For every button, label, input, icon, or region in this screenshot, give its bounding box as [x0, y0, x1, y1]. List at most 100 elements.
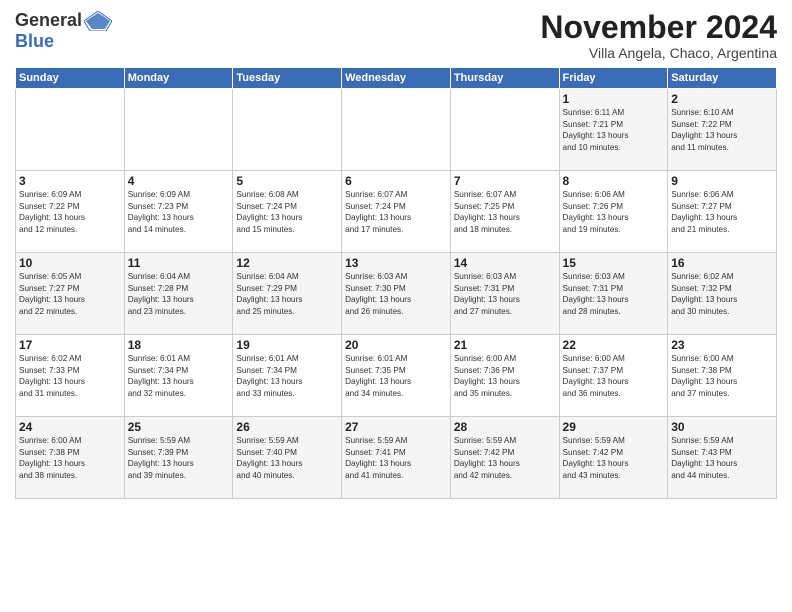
calendar-cell: 18Sunrise: 6:01 AM Sunset: 7:34 PM Dayli…: [124, 335, 233, 417]
day-number: 7: [454, 174, 556, 188]
day-info: Sunrise: 6:06 AM Sunset: 7:26 PM Dayligh…: [563, 189, 665, 235]
header: General Blue November 2024 Villa Angela,…: [15, 10, 777, 61]
day-info: Sunrise: 6:03 AM Sunset: 7:30 PM Dayligh…: [345, 271, 447, 317]
calendar-cell: 14Sunrise: 6:03 AM Sunset: 7:31 PM Dayli…: [450, 253, 559, 335]
day-info: Sunrise: 6:11 AM Sunset: 7:21 PM Dayligh…: [563, 107, 665, 153]
day-info: Sunrise: 6:00 AM Sunset: 7:37 PM Dayligh…: [563, 353, 665, 399]
calendar-cell: 26Sunrise: 5:59 AM Sunset: 7:40 PM Dayli…: [233, 417, 342, 499]
day-info: Sunrise: 6:01 AM Sunset: 7:34 PM Dayligh…: [236, 353, 338, 399]
calendar-cell: 3Sunrise: 6:09 AM Sunset: 7:22 PM Daylig…: [16, 171, 125, 253]
calendar-cell: 15Sunrise: 6:03 AM Sunset: 7:31 PM Dayli…: [559, 253, 668, 335]
calendar-cell: 7Sunrise: 6:07 AM Sunset: 7:25 PM Daylig…: [450, 171, 559, 253]
col-saturday: Saturday: [668, 68, 777, 89]
calendar-week-3: 17Sunrise: 6:02 AM Sunset: 7:33 PM Dayli…: [16, 335, 777, 417]
day-info: Sunrise: 6:07 AM Sunset: 7:25 PM Dayligh…: [454, 189, 556, 235]
calendar-cell: 10Sunrise: 6:05 AM Sunset: 7:27 PM Dayli…: [16, 253, 125, 335]
calendar-cell: 25Sunrise: 5:59 AM Sunset: 7:39 PM Dayli…: [124, 417, 233, 499]
day-number: 1: [563, 92, 665, 106]
calendar-week-1: 3Sunrise: 6:09 AM Sunset: 7:22 PM Daylig…: [16, 171, 777, 253]
day-info: Sunrise: 6:02 AM Sunset: 7:32 PM Dayligh…: [671, 271, 773, 317]
col-tuesday: Tuesday: [233, 68, 342, 89]
day-number: 30: [671, 420, 773, 434]
calendar-week-4: 24Sunrise: 6:00 AM Sunset: 7:38 PM Dayli…: [16, 417, 777, 499]
calendar-cell: [16, 89, 125, 171]
day-info: Sunrise: 6:03 AM Sunset: 7:31 PM Dayligh…: [563, 271, 665, 317]
calendar-cell: 6Sunrise: 6:07 AM Sunset: 7:24 PM Daylig…: [342, 171, 451, 253]
logo-blue-text: Blue: [15, 31, 54, 52]
col-sunday: Sunday: [16, 68, 125, 89]
day-info: Sunrise: 6:00 AM Sunset: 7:38 PM Dayligh…: [671, 353, 773, 399]
day-info: Sunrise: 6:00 AM Sunset: 7:38 PM Dayligh…: [19, 435, 121, 481]
subtitle: Villa Angela, Chaco, Argentina: [540, 45, 777, 61]
calendar-cell: 1Sunrise: 6:11 AM Sunset: 7:21 PM Daylig…: [559, 89, 668, 171]
calendar-cell: 27Sunrise: 5:59 AM Sunset: 7:41 PM Dayli…: [342, 417, 451, 499]
day-number: 10: [19, 256, 121, 270]
day-number: 23: [671, 338, 773, 352]
calendar-cell: 12Sunrise: 6:04 AM Sunset: 7:29 PM Dayli…: [233, 253, 342, 335]
day-info: Sunrise: 6:01 AM Sunset: 7:35 PM Dayligh…: [345, 353, 447, 399]
day-info: Sunrise: 6:03 AM Sunset: 7:31 PM Dayligh…: [454, 271, 556, 317]
day-info: Sunrise: 5:59 AM Sunset: 7:42 PM Dayligh…: [563, 435, 665, 481]
day-info: Sunrise: 6:08 AM Sunset: 7:24 PM Dayligh…: [236, 189, 338, 235]
day-number: 15: [563, 256, 665, 270]
day-number: 17: [19, 338, 121, 352]
calendar-cell: 2Sunrise: 6:10 AM Sunset: 7:22 PM Daylig…: [668, 89, 777, 171]
calendar-cell: 13Sunrise: 6:03 AM Sunset: 7:30 PM Dayli…: [342, 253, 451, 335]
day-info: Sunrise: 6:00 AM Sunset: 7:36 PM Dayligh…: [454, 353, 556, 399]
header-row: Sunday Monday Tuesday Wednesday Thursday…: [16, 68, 777, 89]
calendar-week-2: 10Sunrise: 6:05 AM Sunset: 7:27 PM Dayli…: [16, 253, 777, 335]
month-title: November 2024: [540, 10, 777, 45]
calendar-cell: 19Sunrise: 6:01 AM Sunset: 7:34 PM Dayli…: [233, 335, 342, 417]
calendar-cell: 8Sunrise: 6:06 AM Sunset: 7:26 PM Daylig…: [559, 171, 668, 253]
day-info: Sunrise: 6:04 AM Sunset: 7:28 PM Dayligh…: [128, 271, 230, 317]
day-number: 4: [128, 174, 230, 188]
day-number: 27: [345, 420, 447, 434]
calendar-cell: 11Sunrise: 6:04 AM Sunset: 7:28 PM Dayli…: [124, 253, 233, 335]
calendar-cell: 5Sunrise: 6:08 AM Sunset: 7:24 PM Daylig…: [233, 171, 342, 253]
day-info: Sunrise: 6:05 AM Sunset: 7:27 PM Dayligh…: [19, 271, 121, 317]
calendar-cell: 16Sunrise: 6:02 AM Sunset: 7:32 PM Dayli…: [668, 253, 777, 335]
day-number: 14: [454, 256, 556, 270]
day-info: Sunrise: 5:59 AM Sunset: 7:42 PM Dayligh…: [454, 435, 556, 481]
logo-icon: [84, 11, 112, 31]
day-number: 25: [128, 420, 230, 434]
calendar-cell: [124, 89, 233, 171]
day-info: Sunrise: 5:59 AM Sunset: 7:40 PM Dayligh…: [236, 435, 338, 481]
day-number: 20: [345, 338, 447, 352]
calendar-cell: 22Sunrise: 6:00 AM Sunset: 7:37 PM Dayli…: [559, 335, 668, 417]
day-number: 21: [454, 338, 556, 352]
day-number: 26: [236, 420, 338, 434]
col-wednesday: Wednesday: [342, 68, 451, 89]
day-info: Sunrise: 5:59 AM Sunset: 7:43 PM Dayligh…: [671, 435, 773, 481]
day-number: 29: [563, 420, 665, 434]
day-number: 28: [454, 420, 556, 434]
col-monday: Monday: [124, 68, 233, 89]
day-number: 16: [671, 256, 773, 270]
day-info: Sunrise: 6:04 AM Sunset: 7:29 PM Dayligh…: [236, 271, 338, 317]
calendar-cell: 21Sunrise: 6:00 AM Sunset: 7:36 PM Dayli…: [450, 335, 559, 417]
day-number: 11: [128, 256, 230, 270]
logo-general-text: General: [15, 10, 82, 31]
calendar-cell: 4Sunrise: 6:09 AM Sunset: 7:23 PM Daylig…: [124, 171, 233, 253]
day-number: 24: [19, 420, 121, 434]
page: General Blue November 2024 Villa Angela,…: [0, 0, 792, 612]
day-number: 19: [236, 338, 338, 352]
day-info: Sunrise: 6:01 AM Sunset: 7:34 PM Dayligh…: [128, 353, 230, 399]
calendar-cell: [233, 89, 342, 171]
logo: General Blue: [15, 10, 112, 52]
day-number: 18: [128, 338, 230, 352]
calendar-cell: 17Sunrise: 6:02 AM Sunset: 7:33 PM Dayli…: [16, 335, 125, 417]
day-number: 12: [236, 256, 338, 270]
calendar-week-0: 1Sunrise: 6:11 AM Sunset: 7:21 PM Daylig…: [16, 89, 777, 171]
calendar-cell: [342, 89, 451, 171]
day-info: Sunrise: 6:10 AM Sunset: 7:22 PM Dayligh…: [671, 107, 773, 153]
day-number: 13: [345, 256, 447, 270]
calendar-cell: 24Sunrise: 6:00 AM Sunset: 7:38 PM Dayli…: [16, 417, 125, 499]
calendar-cell: 23Sunrise: 6:00 AM Sunset: 7:38 PM Dayli…: [668, 335, 777, 417]
calendar-cell: 9Sunrise: 6:06 AM Sunset: 7:27 PM Daylig…: [668, 171, 777, 253]
calendar-cell: 30Sunrise: 5:59 AM Sunset: 7:43 PM Dayli…: [668, 417, 777, 499]
calendar-cell: 28Sunrise: 5:59 AM Sunset: 7:42 PM Dayli…: [450, 417, 559, 499]
day-number: 6: [345, 174, 447, 188]
day-number: 9: [671, 174, 773, 188]
day-info: Sunrise: 6:09 AM Sunset: 7:22 PM Dayligh…: [19, 189, 121, 235]
